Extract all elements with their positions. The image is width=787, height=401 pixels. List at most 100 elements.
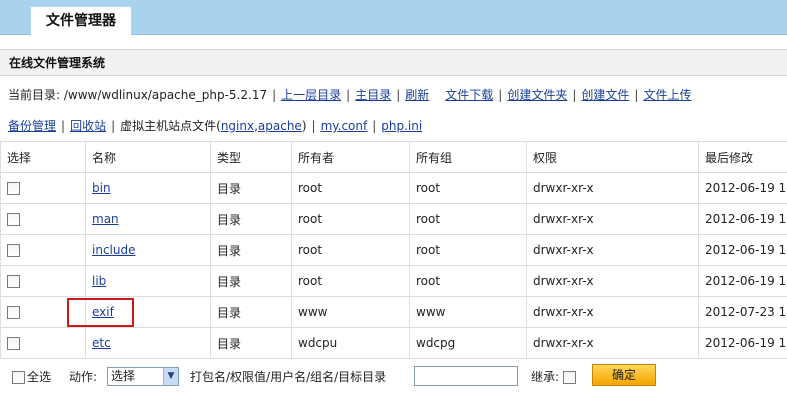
row-checkbox[interactable] — [7, 244, 20, 257]
type-cell: 目录 — [210, 203, 292, 235]
home-dir-link[interactable]: 主目录 — [355, 88, 391, 102]
parent-dir-link[interactable]: 上一层目录 — [281, 88, 341, 102]
separator: | — [61, 119, 66, 133]
refresh-link[interactable]: 刷新 — [405, 88, 429, 102]
separator: | — [272, 88, 277, 102]
chevron-down-icon[interactable]: ▼ — [163, 368, 178, 385]
bulk-action-bar: 全选 动作: 选择 ▼ 打包名/权限值/用户名/组名/目标目录 继承: 确定 — [0, 362, 787, 392]
row-checkbox[interactable] — [7, 275, 20, 288]
header-modified[interactable]: 最后修改 — [698, 141, 787, 173]
table-row: etc 目录 wdcpu wdcpg drwxr-xr-x 2012-06-19… — [0, 327, 787, 359]
separator: | — [372, 119, 377, 133]
file-upload-link[interactable]: 文件上传 — [643, 88, 691, 102]
vhost-close: ) — [301, 119, 307, 133]
inherit-option: 继承: — [531, 362, 577, 392]
modified-cell: 2012-06-19 1 — [698, 203, 787, 235]
folder-name-link[interactable]: include — [92, 243, 135, 257]
row-checkbox[interactable] — [7, 306, 20, 319]
table-row: lib 目录 root root drwxr-xr-x 2012-06-19 1 — [0, 265, 787, 297]
permission-cell[interactable]: drwxr-xr-x — [526, 296, 699, 328]
permission-cell[interactable]: drwxr-xr-x — [526, 327, 699, 359]
header-permissions[interactable]: 权限 — [526, 141, 699, 173]
type-cell: 目录 — [210, 296, 292, 328]
section-title: 在线文件管理系统 — [0, 49, 787, 76]
header-group[interactable]: 所有组 — [409, 141, 527, 173]
table-header-row: 选择 名称 类型 所有者 所有组 权限 最后修改 — [0, 141, 787, 173]
confirm-button[interactable]: 确定 — [592, 364, 656, 386]
type-cell: 目录 — [210, 327, 292, 359]
target-input[interactable] — [414, 366, 518, 386]
modified-cell: 2012-06-19 1 — [698, 265, 787, 297]
owner-cell: www — [291, 296, 410, 328]
tab-file-manager[interactable]: 文件管理器 — [30, 6, 132, 36]
current-dir-label: 当前目录: /www/wdlinux/apache_php-5.2.17 — [8, 88, 268, 102]
action-select-value: 选择 — [111, 369, 136, 383]
owner-cell: root — [291, 234, 410, 266]
separator: | — [572, 88, 577, 102]
owner-cell: wdcpu — [291, 327, 410, 359]
top-bar: 文件管理器 — [0, 0, 787, 36]
modified-cell: 2012-06-19 1 — [698, 172, 787, 204]
modified-cell: 2012-06-19 1 — [698, 327, 787, 359]
modified-cell: 2012-06-19 1 — [698, 234, 787, 266]
type-cell: 目录 — [210, 265, 292, 297]
separator: | — [311, 119, 316, 133]
header-type[interactable]: 类型 — [210, 141, 292, 173]
new-file-link[interactable]: 创建文件 — [581, 88, 629, 102]
backup-link[interactable]: 备份管理 — [8, 119, 56, 133]
row-checkbox[interactable] — [7, 213, 20, 226]
row-checkbox[interactable] — [7, 337, 20, 350]
permission-cell[interactable]: drwxr-xr-x — [526, 234, 699, 266]
header-select: 选择 — [0, 141, 86, 173]
folder-name-link[interactable]: lib — [92, 274, 106, 288]
permission-cell[interactable]: drwxr-xr-x — [526, 172, 699, 204]
group-cell: root — [409, 265, 527, 297]
table-row: bin 目录 root root drwxr-xr-x 2012-06-19 1 — [0, 172, 787, 204]
nginx-link[interactable]: nginx — [221, 119, 254, 133]
group-cell: root — [409, 172, 527, 204]
action-label: 动作: — [69, 370, 98, 384]
select-all-label: 全选 — [27, 370, 52, 384]
permission-cell[interactable]: drwxr-xr-x — [526, 265, 699, 297]
owner-cell: root — [291, 203, 410, 235]
folder-name-link[interactable]: man — [92, 212, 119, 226]
select-all[interactable]: 全选 — [12, 362, 51, 392]
table-row: include 目录 root root drwxr-xr-x 2012-06-… — [0, 234, 787, 266]
recycle-bin-link[interactable]: 回收站 — [70, 119, 106, 133]
separator: | — [111, 119, 116, 133]
type-cell: 目录 — [210, 234, 292, 266]
modified-cell: 2012-07-23 1 — [698, 296, 787, 328]
group-cell: wdcpg — [409, 327, 527, 359]
type-cell: 目录 — [210, 172, 292, 204]
inherit-checkbox[interactable] — [563, 371, 577, 384]
owner-cell: root — [291, 172, 410, 204]
secondary-toolbar: 备份管理 | 回收站 | 虚拟主机站点文件(nginx,apache) | my.conf |… — [0, 111, 787, 141]
header-owner[interactable]: 所有者 — [291, 141, 410, 173]
new-folder-link[interactable]: 创建文件夹 — [507, 88, 567, 102]
my-conf-link[interactable]: my.conf — [321, 119, 368, 133]
select-all-checkbox[interactable] — [12, 371, 25, 384]
highlight-box — [67, 298, 134, 327]
table-row: man 目录 root root drwxr-xr-x 2012-06-19 1 — [0, 203, 787, 235]
path-toolbar: 当前目录: /www/wdlinux/apache_php-5.2.17 | 上一层… — [0, 80, 787, 110]
separator: | — [498, 88, 503, 102]
separator: | — [346, 88, 351, 102]
folder-name-link[interactable]: etc — [92, 336, 111, 350]
inherit-label: 继承: — [531, 370, 560, 384]
file-download-link[interactable]: 文件下载 — [445, 88, 493, 102]
permission-cell[interactable]: drwxr-xr-x — [526, 203, 699, 235]
php-ini-link[interactable]: php.ini — [381, 119, 422, 133]
row-checkbox[interactable] — [7, 182, 20, 195]
group-cell: root — [409, 203, 527, 235]
action-select[interactable]: 选择 ▼ — [107, 367, 179, 386]
owner-cell: root — [291, 265, 410, 297]
separator: | — [634, 88, 639, 102]
group-cell: www — [409, 296, 527, 328]
separator: | — [396, 88, 401, 102]
vhost-label: 虚拟主机站点文件( — [120, 119, 221, 133]
header-name[interactable]: 名称 — [85, 141, 211, 173]
folder-name-link[interactable]: bin — [92, 181, 111, 195]
target-hint-label: 打包名/权限值/用户名/组名/目标目录 — [190, 370, 387, 384]
apache-link[interactable]: apache — [258, 119, 302, 133]
group-cell: root — [409, 234, 527, 266]
